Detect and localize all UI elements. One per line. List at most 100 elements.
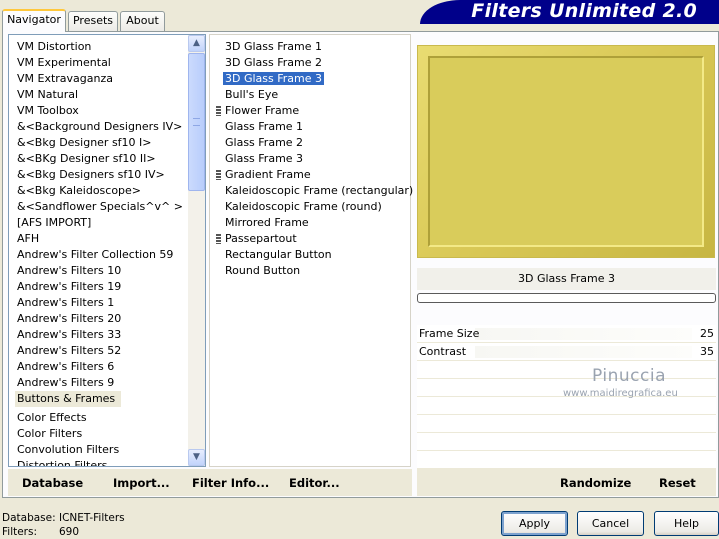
filters-count-value: 690 xyxy=(59,526,80,538)
filter-item[interactable]: Mirrored Frame xyxy=(210,215,408,231)
scroll-down-button[interactable]: ▼ xyxy=(188,449,205,466)
category-item[interactable]: AFH xyxy=(15,231,191,247)
brand-title: Filters Unlimited 2.0 xyxy=(471,0,697,22)
right-link-bar: Randomize Reset xyxy=(417,469,716,496)
filter-item-label: Rectangular Button xyxy=(225,248,332,261)
parameter-column: 3D Glass Frame 3 Frame Size 25 Contrast … xyxy=(417,268,716,487)
tab-presets[interactable]: Presets xyxy=(68,11,118,31)
import-link[interactable]: Import... xyxy=(113,469,170,497)
category-item[interactable]: Andrew's Filter Collection 59 xyxy=(15,247,191,263)
category-item[interactable]: Buttons & Frames xyxy=(15,391,122,407)
filter-item[interactable]: Gradient Frame xyxy=(210,167,408,183)
parameter-list: Frame Size 25 Contrast 35 xyxy=(417,325,716,487)
cancel-button[interactable]: Cancel xyxy=(577,511,644,536)
category-scrollbar[interactable]: ▲ ▼ xyxy=(188,35,205,466)
category-item[interactable]: Andrew's Filters 20 xyxy=(15,311,191,327)
filter-item-label: Gradient Frame xyxy=(225,168,311,181)
tab-navigator[interactable]: Navigator xyxy=(2,9,66,32)
category-item[interactable]: VM Extravaganza xyxy=(15,71,191,87)
filter-items: 3D Glass Frame 1 3D Glass Frame 2 3D Glass… xyxy=(210,39,413,279)
category-item[interactable]: Andrew's Filters 9 xyxy=(15,375,191,391)
tab-about[interactable]: About xyxy=(120,11,165,31)
category-item[interactable]: Andrew's Filters 33 xyxy=(15,327,191,343)
database-label: Database: xyxy=(2,512,56,524)
filter-item-label: Kaleidoscopic Frame (round) xyxy=(225,200,382,213)
category-item[interactable]: Distortion Filters xyxy=(15,458,191,466)
editor-link[interactable]: Editor... xyxy=(289,469,340,497)
category-list[interactable]: VM Distortion VM Experimental VM Extravaga… xyxy=(8,34,206,467)
param-empty-row xyxy=(417,397,716,415)
category-item[interactable]: &<BKg Designer sf10 II> xyxy=(15,151,191,167)
param-slider[interactable] xyxy=(475,346,692,358)
navigator-panel: VM Distortion VM Experimental VM Extravaga… xyxy=(2,31,719,498)
category-item[interactable]: Andrew's Filters 6 xyxy=(15,359,191,375)
category-item[interactable]: VM Distortion xyxy=(15,39,191,55)
filter-item[interactable]: Flower Frame xyxy=(210,103,408,119)
category-item[interactable]: &<Bkg Designer sf10 I> xyxy=(15,135,191,151)
category-item[interactable]: VM Toolbox xyxy=(15,103,191,119)
category-item[interactable]: Andrew's Filters 10 xyxy=(15,263,191,279)
param-slider[interactable] xyxy=(475,328,692,340)
category-item[interactable]: &<Sandflower Specials^v^ > xyxy=(15,199,191,215)
param-empty-row xyxy=(417,415,716,433)
filter-item[interactable]: Passepartout xyxy=(210,231,408,247)
scroll-up-button[interactable]: ▲ xyxy=(188,35,205,52)
filter-item-label: Glass Frame 1 xyxy=(225,120,304,133)
category-item[interactable]: [AFS IMPORT] xyxy=(15,215,191,231)
watermark-url: www.maidiregrafica.eu xyxy=(563,388,678,399)
param-contrast[interactable]: Contrast 35 xyxy=(417,343,716,361)
filter-item[interactable]: Rectangular Button xyxy=(210,247,408,263)
filter-item[interactable]: Kaleidoscopic Frame (rectangular) xyxy=(210,183,413,199)
apply-button[interactable]: Apply xyxy=(501,511,568,536)
grip-icon xyxy=(193,118,200,126)
help-button[interactable]: Help xyxy=(654,511,719,536)
randomize-link[interactable]: Randomize xyxy=(560,469,631,497)
reset-link[interactable]: Reset xyxy=(659,469,696,497)
filter-item[interactable]: Bull's Eye xyxy=(210,87,408,103)
param-value: 25 xyxy=(700,327,714,340)
filter-title: 3D Glass Frame 3 xyxy=(417,268,716,290)
database-link[interactable]: Database xyxy=(22,469,83,497)
separator-icon xyxy=(216,234,221,244)
filter-info-link[interactable]: Filter Info... xyxy=(192,469,269,497)
filter-list[interactable]: 3D Glass Frame 1 3D Glass Frame 2 3D Glass… xyxy=(209,34,413,467)
watermark-name: Pinuccia xyxy=(592,366,666,386)
filter-item[interactable]: Round Button xyxy=(210,263,408,279)
filter-item[interactable]: 3D Glass Frame 3 xyxy=(210,71,408,87)
filter-item-label: Bull's Eye xyxy=(225,88,279,101)
param-empty-row xyxy=(417,451,716,469)
category-item[interactable]: Andrew's Filters 52 xyxy=(15,343,191,359)
separator-icon xyxy=(216,106,221,116)
category-item[interactable]: Andrew's Filters 19 xyxy=(15,279,191,295)
category-item[interactable]: VM Experimental xyxy=(15,55,191,71)
category-item[interactable]: VM Natural xyxy=(15,87,191,103)
preview-frame xyxy=(428,56,704,247)
category-item[interactable]: &<Bkg Designers sf10 IV> xyxy=(15,167,191,183)
category-items: VM Distortion VM Experimental VM Extravaga… xyxy=(15,39,191,466)
category-item[interactable]: Andrew's Filters 1 xyxy=(15,295,191,311)
param-value: 35 xyxy=(700,345,714,358)
filter-item[interactable]: Glass Frame 1 xyxy=(210,119,408,135)
param-label: Frame Size xyxy=(419,327,480,340)
filter-item-label: Flower Frame xyxy=(225,104,300,117)
scroll-thumb[interactable] xyxy=(188,53,205,191)
filter-item[interactable]: Kaleidoscopic Frame (round) xyxy=(210,199,408,215)
category-item[interactable]: Color Effects xyxy=(15,410,191,426)
filter-item[interactable]: Glass Frame 3 xyxy=(210,151,408,167)
filter-item-label: Kaleidoscopic Frame (rectangular) xyxy=(225,184,414,197)
filter-item[interactable]: 3D Glass Frame 2 xyxy=(210,55,408,71)
progress-bar xyxy=(417,293,716,303)
filter-preview[interactable] xyxy=(417,45,715,258)
category-item[interactable]: &<Background Designers IV> xyxy=(15,119,191,135)
filter-item-label: Passepartout xyxy=(225,232,297,245)
param-empty-row xyxy=(417,433,716,451)
filter-item[interactable]: 3D Glass Frame 1 xyxy=(210,39,408,55)
filter-item-label: Glass Frame 3 xyxy=(225,152,304,165)
category-item[interactable]: &<Bkg Kaleidoscope> xyxy=(15,183,191,199)
filter-item-label: Round Button xyxy=(225,264,301,277)
filter-item[interactable]: Glass Frame 2 xyxy=(210,135,408,151)
param-frame-size[interactable]: Frame Size 25 xyxy=(417,325,716,343)
category-item[interactable]: Color Filters xyxy=(15,426,191,442)
category-item[interactable]: Convolution Filters xyxy=(15,442,191,458)
filter-item-label: Glass Frame 2 xyxy=(225,136,304,149)
